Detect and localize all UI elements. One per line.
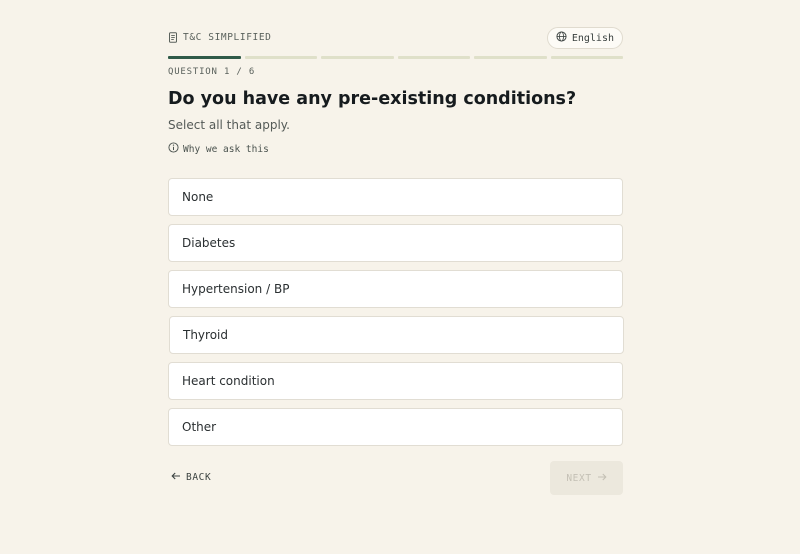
back-button[interactable]: BACK [171,472,211,483]
option-other[interactable]: Other [168,408,623,446]
progress-segment [168,56,241,59]
why-we-ask-link[interactable]: Why we ask this [168,142,269,156]
option-heart-condition[interactable]: Heart condition [168,362,623,400]
scroll-icon [168,32,178,43]
brand-label: T&C SIMPLIFIED [183,32,272,43]
progress-segment [244,56,317,59]
language-label: English [571,32,614,44]
options-list: None Diabetes Hypertension / BP Thyroid … [168,178,624,454]
language-selector[interactable]: English [546,27,623,49]
back-label: BACK [186,472,212,483]
option-label: Diabetes [182,236,236,250]
question-subtitle: Select all that apply. [168,118,290,132]
progress-segment [321,56,394,59]
option-label: None [182,190,214,204]
option-label: Hypertension / BP [182,282,290,296]
arrow-left-icon [171,472,181,483]
footer-nav: BACK NEXT [168,461,623,495]
option-label: Heart condition [182,374,275,388]
next-label: NEXT [566,472,592,484]
progress-bar [168,56,623,59]
why-we-ask-label: Why we ask this [183,143,269,155]
top-bar: T&C SIMPLIFIED English [168,27,623,51]
option-label: Thyroid [183,328,228,342]
option-none[interactable]: None [168,178,623,216]
option-diabetes[interactable]: Diabetes [168,224,623,262]
progress-segment [397,56,470,59]
info-icon [168,142,179,156]
option-hypertension[interactable]: Hypertension / BP [168,270,623,308]
brand: T&C SIMPLIFIED [168,32,271,43]
arrow-right-icon [597,473,607,484]
question-counter: QUESTION 1 / 6 [168,67,256,77]
question-title: Do you have any pre-existing conditions? [168,89,577,109]
progress-segment [474,56,547,59]
globe-icon [556,31,567,45]
next-button[interactable]: NEXT [550,461,623,495]
option-label: Other [182,420,217,434]
option-thyroid[interactable]: Thyroid [169,316,624,354]
progress-segment [550,56,623,59]
